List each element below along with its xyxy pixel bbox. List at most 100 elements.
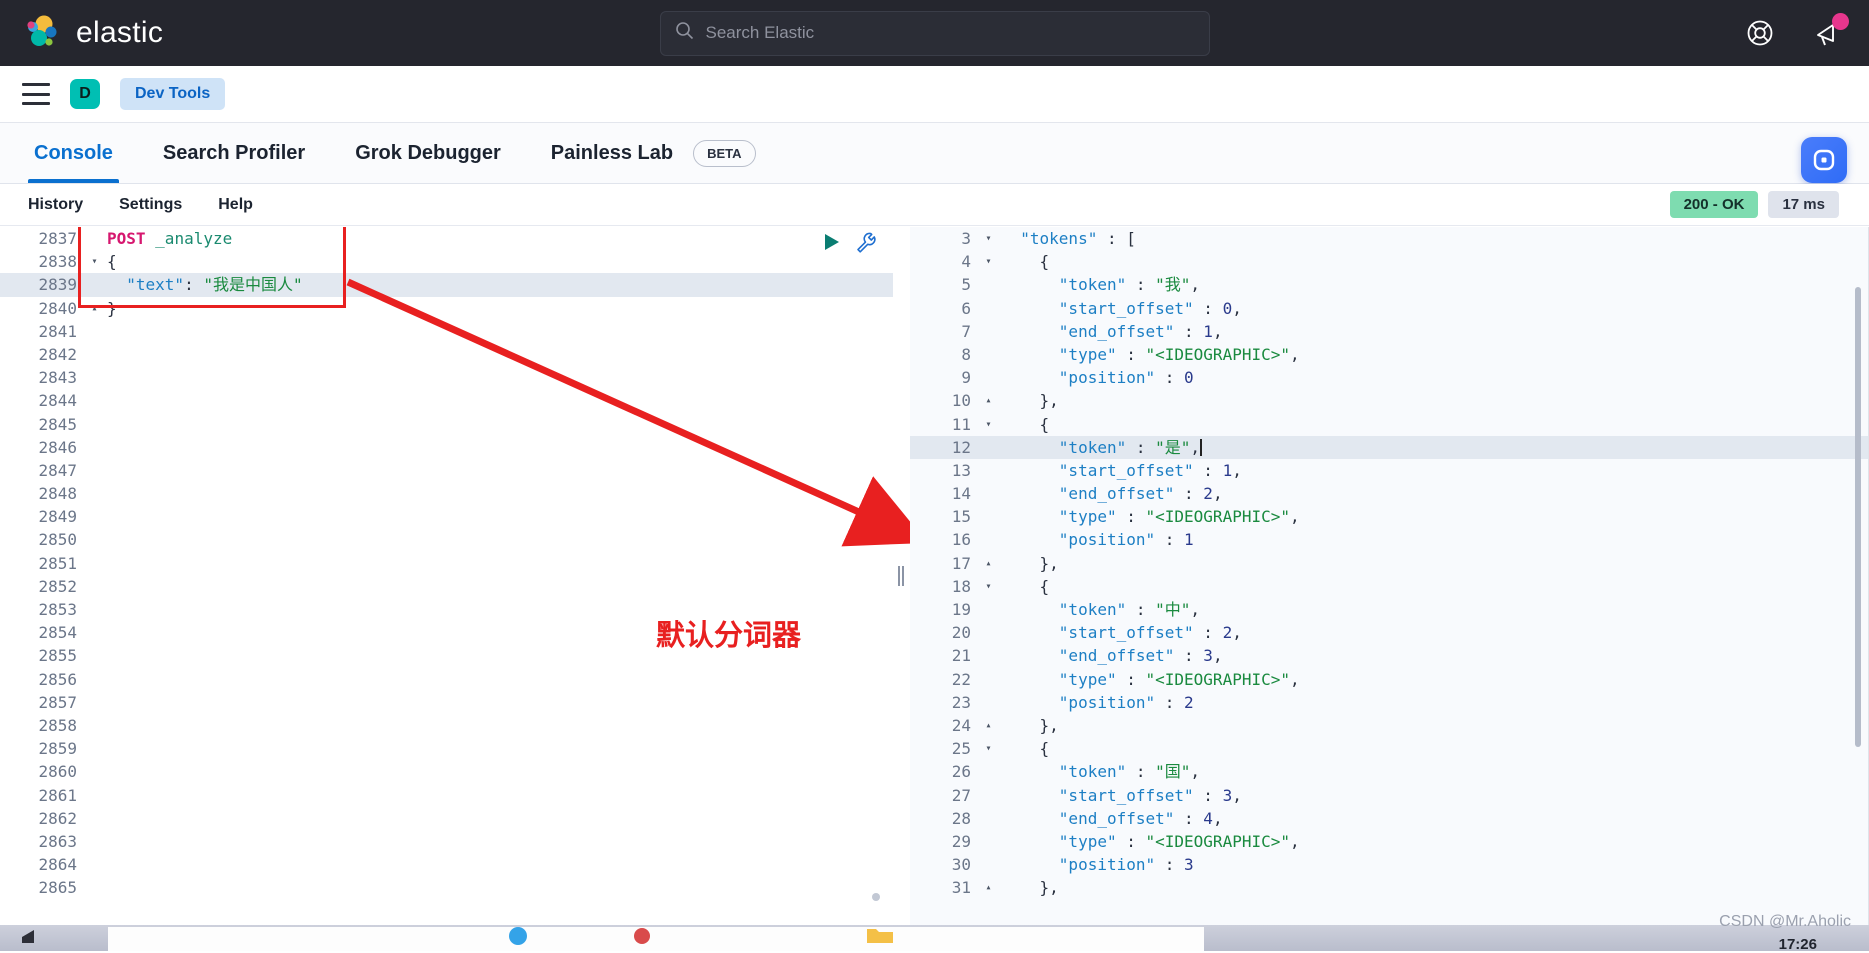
response-scrollbar[interactable] <box>1855 287 1861 747</box>
code-line[interactable]: 7 "end_offset" : 1, <box>910 320 1869 343</box>
code-line[interactable]: 2857 <box>0 691 910 714</box>
code-line[interactable]: 27 "start_offset" : 3, <box>910 784 1869 807</box>
fold-toggle-icon[interactable]: ▴ <box>980 389 997 412</box>
global-search[interactable] <box>660 11 1210 56</box>
hamburger-menu-icon[interactable] <box>22 83 50 105</box>
code-text: "position" : 2 <box>997 691 1194 714</box>
response-pane[interactable]: 3▾ "tokens" : [4▾ {5 "token" : "我",6 "st… <box>910 227 1869 925</box>
code-line[interactable]: 2844 <box>0 389 910 412</box>
lifebuoy-help-icon[interactable] <box>1743 16 1777 50</box>
fold-toggle-icon[interactable]: ▴ <box>86 297 103 320</box>
help-button[interactable]: Help <box>204 191 267 219</box>
code-line[interactable]: 2850 <box>0 528 910 551</box>
fold-toggle-icon[interactable]: ▾ <box>980 413 997 436</box>
code-line[interactable]: 2849 <box>0 505 910 528</box>
line-number: 2849 <box>0 505 86 528</box>
search-icon <box>675 21 694 45</box>
chat-support-icon[interactable] <box>1801 137 1847 183</box>
code-line[interactable]: 2862 <box>0 807 910 830</box>
tab-grok-debugger[interactable]: Grok Debugger <box>333 123 523 183</box>
code-line[interactable]: 6 "start_offset" : 0, <box>910 297 1869 320</box>
settings-button[interactable]: Settings <box>105 191 196 219</box>
code-line[interactable]: 18▾ { <box>910 575 1869 598</box>
code-line[interactable]: 8 "type" : "<IDEOGRAPHIC>", <box>910 343 1869 366</box>
code-line[interactable]: 2863 <box>0 830 910 853</box>
code-line[interactable]: 2865 <box>0 876 910 899</box>
code-line[interactable]: 2852 <box>0 575 910 598</box>
code-line[interactable]: 22 "type" : "<IDEOGRAPHIC>", <box>910 668 1869 691</box>
code-line[interactable]: 17▴ }, <box>910 552 1869 575</box>
code-line[interactable]: 15 "type" : "<IDEOGRAPHIC>", <box>910 505 1869 528</box>
code-line[interactable]: 2861 <box>0 784 910 807</box>
code-line[interactable]: 29 "type" : "<IDEOGRAPHIC>", <box>910 830 1869 853</box>
fold-toggle-icon[interactable]: ▴ <box>980 552 997 575</box>
request-pane[interactable]: 2837POST _analyze2838▾{2839 "text": "我是中… <box>0 227 910 925</box>
brand[interactable]: elastic <box>22 13 163 53</box>
code-line[interactable]: 2851 <box>0 552 910 575</box>
code-line[interactable]: 24▴ }, <box>910 714 1869 737</box>
code-line[interactable]: 26 "token" : "国", <box>910 760 1869 783</box>
code-line[interactable]: 30 "position" : 3 <box>910 853 1869 876</box>
code-line[interactable]: 13 "start_offset" : 1, <box>910 459 1869 482</box>
line-number: 14 <box>910 482 980 505</box>
line-number: 8 <box>910 343 980 366</box>
code-line[interactable]: 19 "token" : "中", <box>910 598 1869 621</box>
code-line[interactable]: 23 "position" : 2 <box>910 691 1869 714</box>
code-line[interactable]: 4▾ { <box>910 250 1869 273</box>
code-line[interactable]: 2846 <box>0 436 910 459</box>
breadcrumb-dev-tools[interactable]: Dev Tools <box>120 78 225 110</box>
code-line[interactable]: 2848 <box>0 482 910 505</box>
search-input[interactable] <box>706 23 1195 43</box>
code-line[interactable]: 31▴ }, <box>910 876 1869 899</box>
code-line[interactable]: 25▾ { <box>910 737 1869 760</box>
wrench-settings-icon[interactable] <box>854 230 879 260</box>
taskbar-clock: 17:26 <box>1779 936 1817 953</box>
avatar[interactable]: D <box>70 79 100 109</box>
play-run-icon[interactable] <box>820 231 842 258</box>
line-number: 2857 <box>0 691 86 714</box>
code-line[interactable]: 2864 <box>0 853 910 876</box>
code-line[interactable]: 2839 "text": "我是中国人" <box>0 273 910 296</box>
code-line[interactable]: 28 "end_offset" : 4, <box>910 807 1869 830</box>
code-line[interactable]: 2859 <box>0 737 910 760</box>
tab-painless-lab[interactable]: Painless Lab <box>529 123 695 183</box>
code-line[interactable]: 5 "token" : "我", <box>910 273 1869 296</box>
request-code[interactable]: 2837POST _analyze2838▾{2839 "text": "我是中… <box>0 227 910 899</box>
code-line[interactable]: 20 "start_offset" : 2, <box>910 621 1869 644</box>
code-line[interactable]: 11▾ { <box>910 413 1869 436</box>
fold-toggle-icon[interactable]: ▾ <box>86 250 103 273</box>
code-line[interactable]: 10▴ }, <box>910 389 1869 412</box>
code-line[interactable]: 2841 <box>0 320 910 343</box>
fold-toggle-icon[interactable]: ▴ <box>980 876 997 899</box>
code-line[interactable]: 2860 <box>0 760 910 783</box>
code-line[interactable]: 14 "end_offset" : 2, <box>910 482 1869 505</box>
fold-toggle-icon[interactable]: ▾ <box>980 227 997 250</box>
code-line[interactable]: 3▾ "tokens" : [ <box>910 227 1869 250</box>
code-line[interactable]: 2856 <box>0 668 910 691</box>
fold-toggle-icon[interactable]: ▴ <box>980 714 997 737</box>
megaphone-announcement-icon[interactable] <box>1811 16 1845 50</box>
code-line[interactable]: 9 "position" : 0 <box>910 366 1869 389</box>
code-line[interactable]: 2845 <box>0 413 910 436</box>
code-line[interactable]: 2842 <box>0 343 910 366</box>
code-line[interactable]: 2838▾{ <box>0 250 910 273</box>
code-line[interactable]: 2840▴} <box>0 297 910 320</box>
code-text: "start_offset" : 1, <box>997 459 1242 482</box>
code-line[interactable]: 2858 <box>0 714 910 737</box>
code-line[interactable]: 2847 <box>0 459 910 482</box>
history-button[interactable]: History <box>14 191 97 219</box>
taskbar-icon-folder <box>865 923 895 950</box>
fold-toggle-icon[interactable]: ▾ <box>980 250 997 273</box>
code-text: "type" : "<IDEOGRAPHIC>", <box>997 668 1300 691</box>
code-line[interactable]: 12 "token" : "是", <box>910 436 1869 459</box>
code-line[interactable]: 16 "position" : 1 <box>910 528 1869 551</box>
fold-toggle-icon[interactable]: ▾ <box>980 737 997 760</box>
pane-splitter[interactable] <box>893 227 910 925</box>
response-code[interactable]: 3▾ "tokens" : [4▾ {5 "token" : "我",6 "st… <box>910 227 1869 899</box>
code-line[interactable]: 2843 <box>0 366 910 389</box>
tab-console[interactable]: Console <box>12 123 135 183</box>
fold-toggle-icon[interactable]: ▾ <box>980 575 997 598</box>
code-line[interactable]: 2837POST _analyze <box>0 227 910 250</box>
code-line[interactable]: 21 "end_offset" : 3, <box>910 644 1869 667</box>
tab-search-profiler[interactable]: Search Profiler <box>141 123 327 183</box>
